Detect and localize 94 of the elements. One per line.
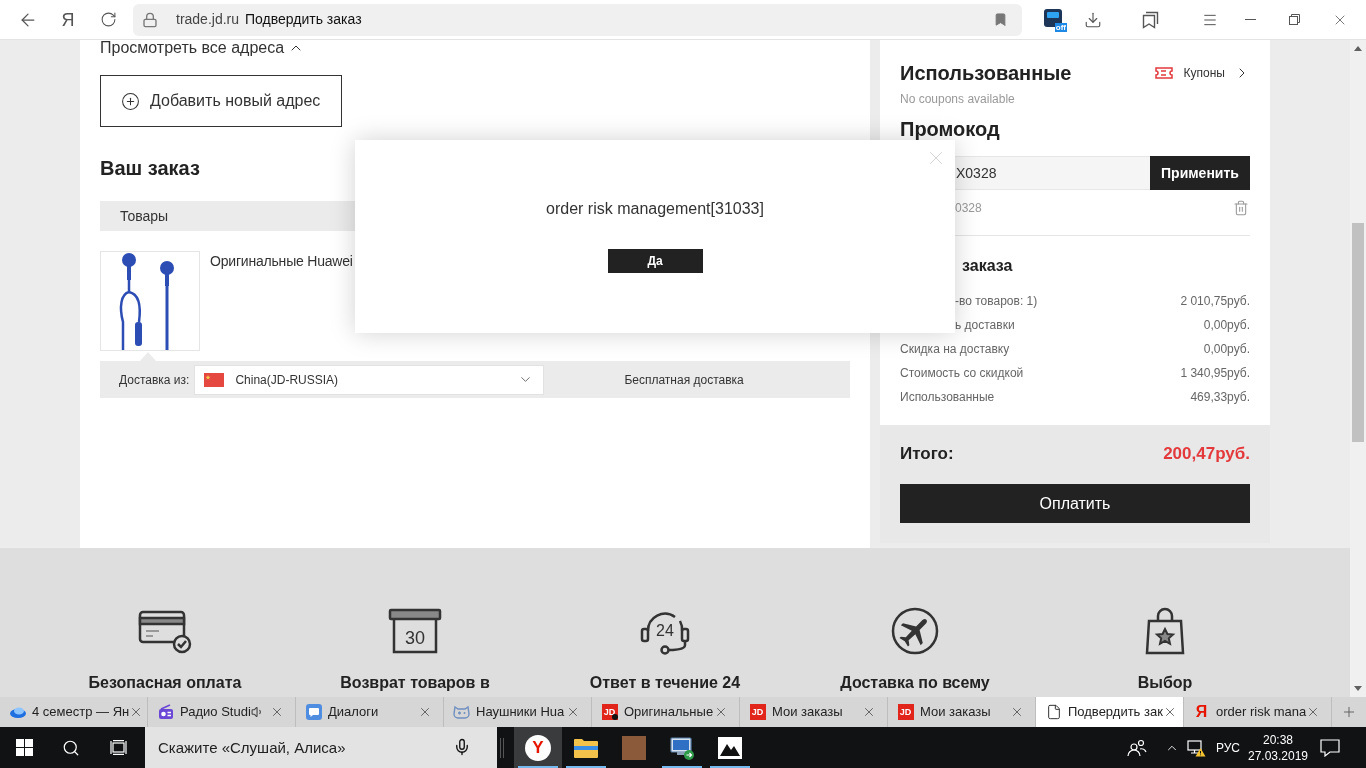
- browser-logo: Y: [525, 734, 551, 761]
- promo-code-field[interactable]: X0328: [955, 156, 1150, 190]
- apply-button[interactable]: Применить: [1150, 156, 1250, 190]
- summary-value: 0,00руб.: [1203, 317, 1250, 334]
- summary-value: 1 340,95руб.: [1180, 365, 1250, 382]
- tab-close-button[interactable]: [862, 705, 876, 719]
- coupons-link[interactable]: Купоны: [1154, 64, 1250, 82]
- summary-label: ь доставки: [955, 317, 1015, 334]
- delivery-method: Бесплатная доставка: [624, 371, 744, 389]
- stacked-windows-icon: [109, 740, 127, 755]
- photo-placeholder: [622, 735, 646, 760]
- summary-value: 469,33руб.: [1190, 389, 1250, 406]
- total-label: Итого:: [900, 443, 954, 466]
- microphone-icon[interactable]: [453, 737, 471, 757]
- document-icon: [1045, 704, 1062, 720]
- summary-heading: заказа: [962, 256, 1013, 276]
- close-icon: [862, 705, 876, 719]
- coupons-heading: Использованные: [900, 61, 1072, 85]
- browser-tab[interactable]: Подвердить зак: [1036, 697, 1184, 727]
- tab-close-button[interactable]: [566, 705, 580, 719]
- minimize-icon: [1244, 19, 1256, 20]
- tab-close-button[interactable]: [418, 705, 432, 719]
- dialog-message: order risk management[31033]: [546, 200, 764, 218]
- summary-label: Использованные: [900, 389, 995, 406]
- triangle-up-icon: [1354, 46, 1362, 51]
- home-button[interactable]: Я: [56, 7, 80, 32]
- extension-button[interactable]: off: [1043, 7, 1067, 32]
- feature-title: Выбор: [1137, 674, 1193, 692]
- lock-icon: [142, 11, 158, 28]
- pay-button[interactable]: Оплатить: [900, 484, 1250, 523]
- speaker-icon[interactable]: [250, 705, 264, 719]
- address-bar[interactable]: trade.jd.ru Подвердить заказ: [133, 3, 1022, 36]
- taskbar-app-button[interactable]: Y: [514, 727, 562, 768]
- gamepad-icon: [453, 705, 470, 719]
- summary-label: -во товаров: 1): [955, 293, 1038, 310]
- tab-close-button[interactable]: [270, 705, 284, 719]
- delivery-label: Доставка из:: [119, 371, 190, 389]
- page-title: Подвердить заказ: [245, 10, 362, 29]
- total-value: 200,47руб.: [1163, 443, 1250, 466]
- summary-value: 0,00руб.: [1203, 341, 1250, 358]
- url-domain: trade.jd.ru: [176, 10, 240, 29]
- search-icon: [62, 738, 80, 757]
- download-icon: [1084, 10, 1102, 29]
- close-icon: [1010, 705, 1024, 719]
- tab-close-button[interactable]: [1010, 705, 1024, 719]
- app-square-icon: [1044, 8, 1062, 27]
- summary-label: Скидка на доставку: [900, 341, 1010, 358]
- trash-icon[interactable]: [1233, 200, 1249, 216]
- feature-title: Ответ в течение 24: [589, 674, 741, 692]
- ticket-icon: [1154, 67, 1173, 79]
- add-address-button[interactable]: Добавить новый адрес: [100, 75, 342, 127]
- stacked-pages-icon: [1141, 10, 1159, 29]
- confirm-button[interactable]: Да: [607, 249, 703, 273]
- summary-label: Стоимость со скидкой: [900, 365, 1024, 382]
- saucer-icon: [9, 706, 26, 718]
- flag-icon: [204, 372, 225, 387]
- product-title[interactable]: Оригинальные Huawei: [210, 252, 353, 270]
- applied-code: 0328: [955, 200, 982, 217]
- close-icon: [270, 705, 284, 719]
- restore-icon: [1288, 14, 1300, 25]
- promo-heading: Промокод: [900, 118, 1000, 140]
- feature-title: Возврат товаров в: [340, 674, 490, 692]
- computer-icon: [669, 735, 695, 760]
- bookmark-icon[interactable]: [993, 12, 1008, 27]
- jd-logo: JD: [897, 704, 914, 720]
- triangle-down-icon: [1354, 686, 1362, 691]
- view-all-addresses-link[interactable]: Просмотреть все адреса: [100, 40, 305, 56]
- letter-logo: Я: [1194, 704, 1209, 720]
- picture-icon: [717, 735, 743, 760]
- close-icon: [566, 705, 580, 719]
- folder-icon: [573, 736, 599, 759]
- jd-logo: JD: [749, 704, 766, 720]
- order-heading: Ваш заказ: [100, 156, 200, 180]
- language-indicator[interactable]: РУС: [1215, 738, 1240, 757]
- scrollbar-thumb[interactable]: [1352, 223, 1364, 442]
- network-warning-icon[interactable]: [1186, 738, 1206, 757]
- radio-icon: [157, 704, 174, 720]
- tab-close-button[interactable]: [714, 705, 728, 719]
- notification-icon[interactable]: [1320, 738, 1340, 757]
- people-icon[interactable]: [1126, 738, 1147, 757]
- four-panes-icon: [15, 739, 33, 756]
- summary-value: 2 010,75руб.: [1180, 293, 1250, 310]
- plus-icon: [1341, 704, 1357, 720]
- origin-select[interactable]: China(JD-RUSSIA): [194, 364, 545, 395]
- feature-title: Безопасная оплата: [88, 674, 242, 692]
- search-field[interactable]: Скажите «Слушай, Алиса»: [145, 727, 497, 768]
- plus-circle-icon: [121, 91, 140, 111]
- chat-icon: [305, 704, 322, 720]
- reload-icon: [99, 11, 117, 28]
- close-icon: [418, 705, 432, 719]
- feature-title: Доставка по всему: [840, 674, 990, 692]
- clock[interactable]: 20:38 27.03.2019: [1248, 731, 1308, 764]
- close-icon: [714, 705, 728, 719]
- coupons-note: No coupons available: [900, 91, 1015, 107]
